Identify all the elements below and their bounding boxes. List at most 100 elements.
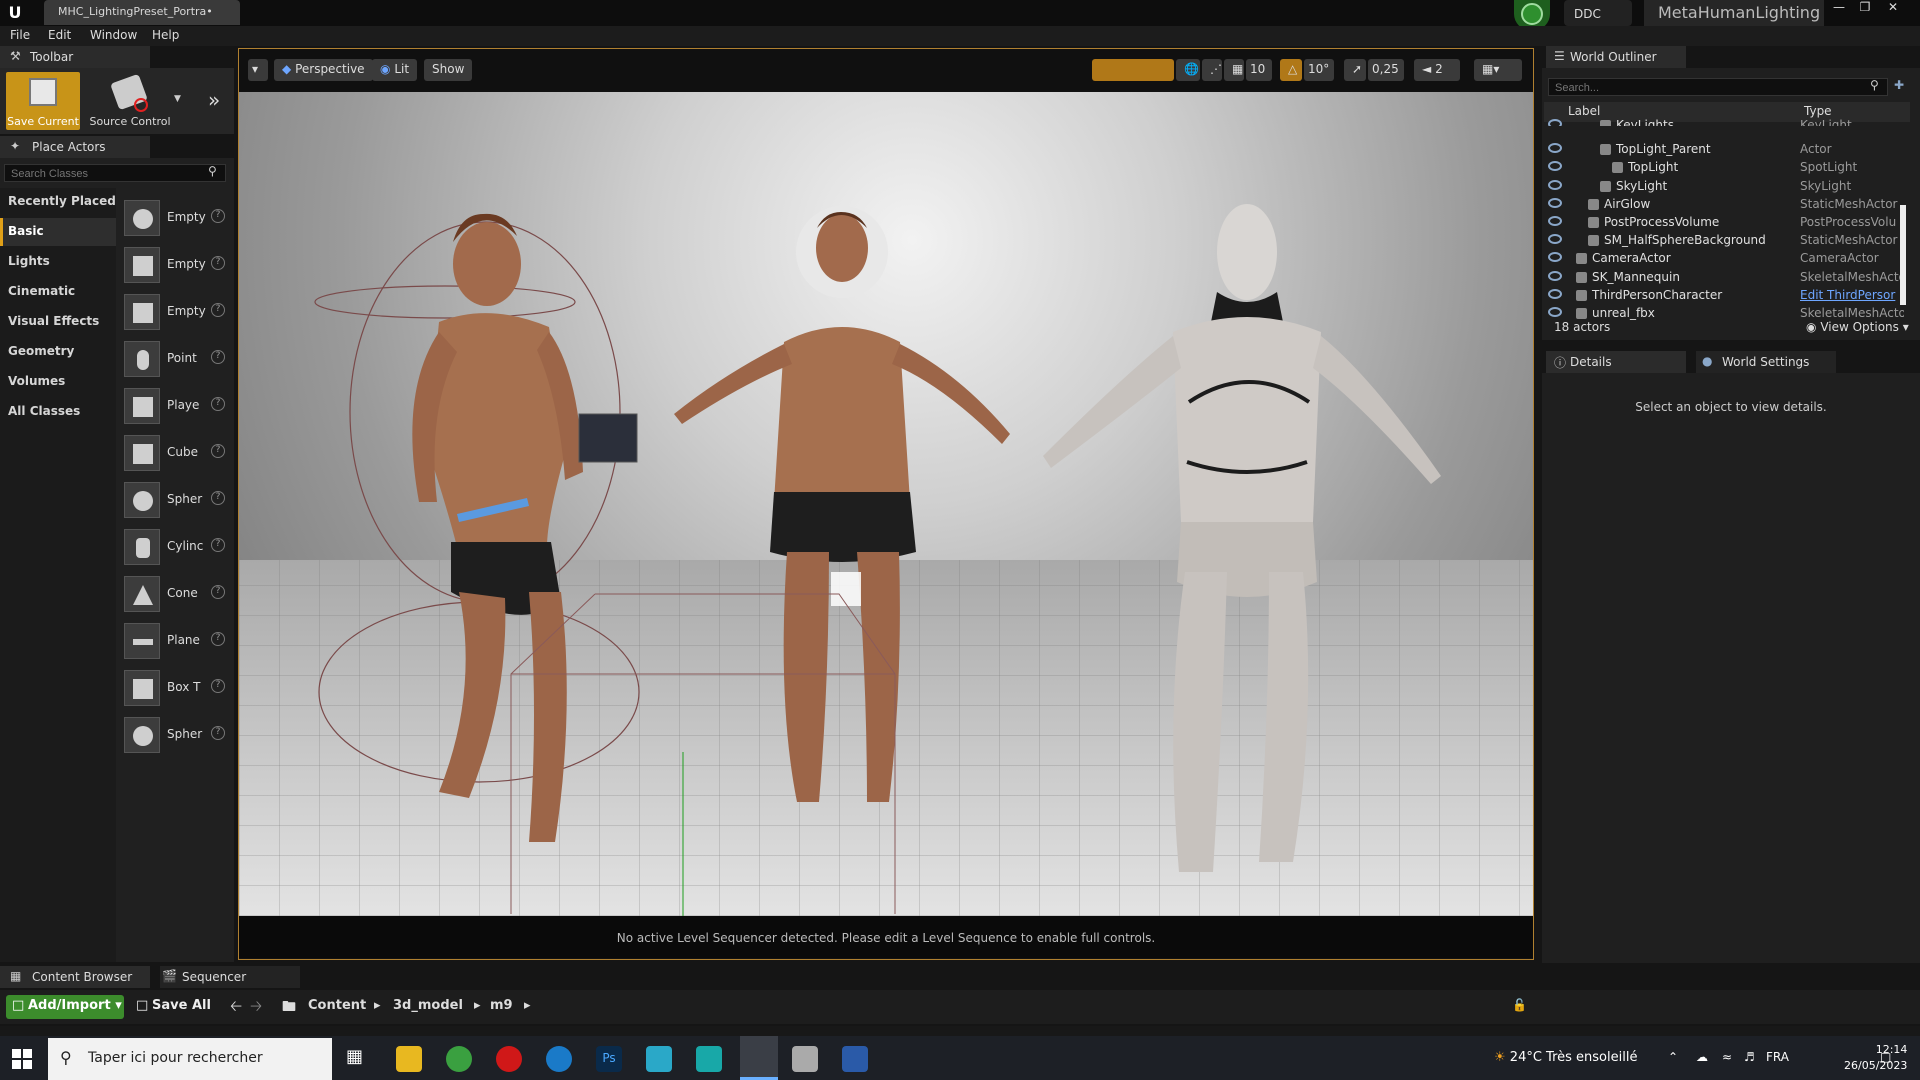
taskbar-search-box[interactable]: ⚲ Taper ici pour rechercher — [48, 1038, 332, 1080]
show-button[interactable]: Show — [424, 59, 473, 81]
surface-snap-icon[interactable]: ⋰ — [1202, 59, 1222, 81]
search-classes-input[interactable] — [4, 164, 226, 182]
menu-edit[interactable]: Edit — [48, 28, 71, 42]
actor-item[interactable]: Cylinc? — [124, 525, 228, 569]
breadcrumb-arrow-icon[interactable]: ▸ — [374, 998, 381, 1013]
word-icon[interactable] — [842, 1046, 868, 1072]
unreal-engine-taskbar-icon[interactable] — [740, 1036, 778, 1080]
windows-start-icon[interactable] — [12, 1049, 32, 1069]
world-settings-tab[interactable]: ● World Settings — [1696, 351, 1836, 373]
viewport-options-dropdown[interactable]: ▾ — [248, 59, 268, 81]
scale-snap-value[interactable]: 0,25 — [1368, 59, 1404, 81]
rotation-snap-icon[interactable]: △ — [1280, 59, 1302, 81]
file-explorer-icon[interactable] — [396, 1046, 422, 1072]
content-browser-tab[interactable]: ▦ Content Browser — [0, 966, 150, 988]
layout-icon[interactable]: ▦▾ — [1474, 59, 1522, 81]
category-basic[interactable]: Basic — [0, 218, 116, 246]
menu-help[interactable]: Help — [152, 28, 179, 42]
lit-button[interactable]: ◉ Lit — [372, 59, 418, 81]
category-all-classes[interactable]: All Classes — [0, 398, 116, 426]
actor-item[interactable]: Cube? — [124, 431, 228, 475]
save-current-button[interactable]: Save Current — [6, 72, 80, 130]
add-import-button[interactable]: □ Add/Import ▾ — [6, 995, 124, 1019]
wifi-icon[interactable]: ≈ — [1722, 1050, 1732, 1064]
save-all-button[interactable]: □ Save All — [134, 995, 214, 1019]
help-icon[interactable]: ? — [211, 350, 225, 364]
chevron-down-icon[interactable]: ▼ — [174, 94, 181, 104]
metahuman-icon[interactable] — [696, 1046, 722, 1072]
help-icon[interactable]: ? — [211, 585, 225, 599]
visibility-eye-icon[interactable] — [1548, 161, 1562, 172]
photoshop-icon[interactable]: Ps — [596, 1046, 622, 1072]
pin-icon[interactable]: ✚ — [1894, 78, 1904, 92]
help-icon[interactable]: ? — [211, 303, 225, 317]
visibility-eye-icon[interactable] — [1548, 252, 1562, 263]
outliner-row[interactable]: PostProcessVolume PostProcessVolu — [1544, 213, 1904, 231]
menu-window[interactable]: Window — [90, 28, 137, 42]
help-icon[interactable]: ? — [211, 397, 225, 411]
breadcrumb-m9[interactable]: m9 — [490, 998, 513, 1013]
outliner-row[interactable]: SM_HalfSphereBackground StaticMeshActor — [1544, 231, 1904, 249]
help-icon[interactable]: ? — [211, 209, 225, 223]
outliner-row[interactable]: SK_Mannequin SkeletalMeshActo — [1544, 268, 1904, 286]
visibility-eye-icon[interactable] — [1548, 234, 1562, 245]
actor-item[interactable]: Spher? — [124, 478, 228, 522]
outliner-search-input[interactable] — [1548, 78, 1888, 96]
tray-chevron-icon[interactable]: ⌃ — [1668, 1050, 1678, 1064]
task-view-icon[interactable]: ▦ — [346, 1046, 372, 1072]
document-tab[interactable]: MHC_LightingPreset_Portra• — [44, 0, 240, 25]
category-lights[interactable]: Lights — [0, 248, 116, 276]
actor-item[interactable]: Plane? — [124, 619, 228, 663]
camera-speed-button[interactable]: ◄ 2 — [1414, 59, 1460, 81]
category-visual-effects[interactable]: Visual Effects — [0, 308, 116, 336]
taskbar-clock[interactable]: 12:14 26/05/2023 — [1844, 1042, 1907, 1074]
actor-item[interactable]: Playe? — [124, 384, 228, 428]
place-actors-tab[interactable]: ✦ Place Actors — [0, 136, 150, 158]
help-icon[interactable]: ? — [211, 632, 225, 646]
outliner-row[interactable]: AirGlow StaticMeshActor — [1544, 195, 1904, 213]
outliner-row[interactable]: SkyLight SkyLight — [1544, 177, 1904, 195]
ccleaner-icon[interactable] — [546, 1046, 572, 1072]
grid-snap-value[interactable]: 10 — [1246, 59, 1272, 81]
close-icon[interactable]: ✕ — [1880, 0, 1906, 16]
coord-system-icon[interactable]: 🌐 — [1176, 59, 1200, 81]
sequencer-tab[interactable]: 🎬 Sequencer — [160, 966, 300, 988]
breadcrumb-arrow-icon[interactable]: ▸ — [474, 998, 481, 1013]
network-icon[interactable]: ☁ — [1696, 1050, 1708, 1064]
category-recently-placed[interactable]: Recently Placed — [0, 188, 116, 216]
help-icon[interactable]: ? — [211, 444, 225, 458]
visibility-eye-icon[interactable] — [1548, 288, 1562, 299]
visibility-eye-icon[interactable] — [1548, 179, 1562, 190]
toolbar-tab[interactable]: ⚒ Toolbar — [0, 46, 150, 68]
details-tab[interactable]: ⓘ Details — [1546, 351, 1686, 373]
breadcrumb-3d-model[interactable]: 3d_model — [393, 998, 463, 1013]
visibility-eye-icon[interactable] — [1548, 307, 1562, 317]
character-mannequin[interactable] — [1043, 204, 1441, 872]
outliner-row[interactable]: TopLight_Parent Actor — [1544, 140, 1904, 158]
minimize-icon[interactable]: — — [1826, 0, 1852, 16]
visibility-eye-icon[interactable] — [1548, 197, 1562, 208]
category-geometry[interactable]: Geometry — [0, 338, 116, 366]
actor-item[interactable]: Empty? — [124, 243, 228, 287]
visibility-eye-icon[interactable] — [1548, 216, 1562, 226]
breadcrumb-arrow-icon[interactable]: ▸ — [524, 998, 531, 1013]
source-control-button[interactable]: Source Control — [86, 72, 174, 130]
character-middle[interactable] — [510, 206, 1010, 916]
help-icon[interactable]: ? — [211, 538, 225, 552]
breadcrumb-content[interactable]: Content — [308, 998, 366, 1013]
menu-file[interactable]: File — [10, 28, 30, 42]
outliner-row[interactable]: CameraActor CameraActor — [1544, 249, 1904, 267]
visibility-eye-icon[interactable] — [1548, 119, 1562, 126]
calculator-icon[interactable] — [792, 1046, 818, 1072]
lock-icon[interactable]: 🔓 — [1512, 998, 1527, 1012]
scale-snap-icon[interactable]: ➚ — [1344, 59, 1366, 81]
actor-item[interactable]: Empty? — [124, 196, 228, 240]
speaker-icon[interactable]: ♬ — [1744, 1050, 1755, 1064]
notifications-icon[interactable]: □ — [1880, 1050, 1891, 1064]
help-icon[interactable]: ? — [211, 726, 225, 740]
actor-item[interactable]: Spher? — [124, 713, 228, 757]
actor-item[interactable]: Cone? — [124, 572, 228, 616]
help-icon[interactable]: ? — [211, 256, 225, 270]
world-outliner-tab[interactable]: ☰ World Outliner — [1546, 46, 1686, 68]
outliner-row[interactable]: TopLight SpotLight — [1544, 158, 1904, 176]
